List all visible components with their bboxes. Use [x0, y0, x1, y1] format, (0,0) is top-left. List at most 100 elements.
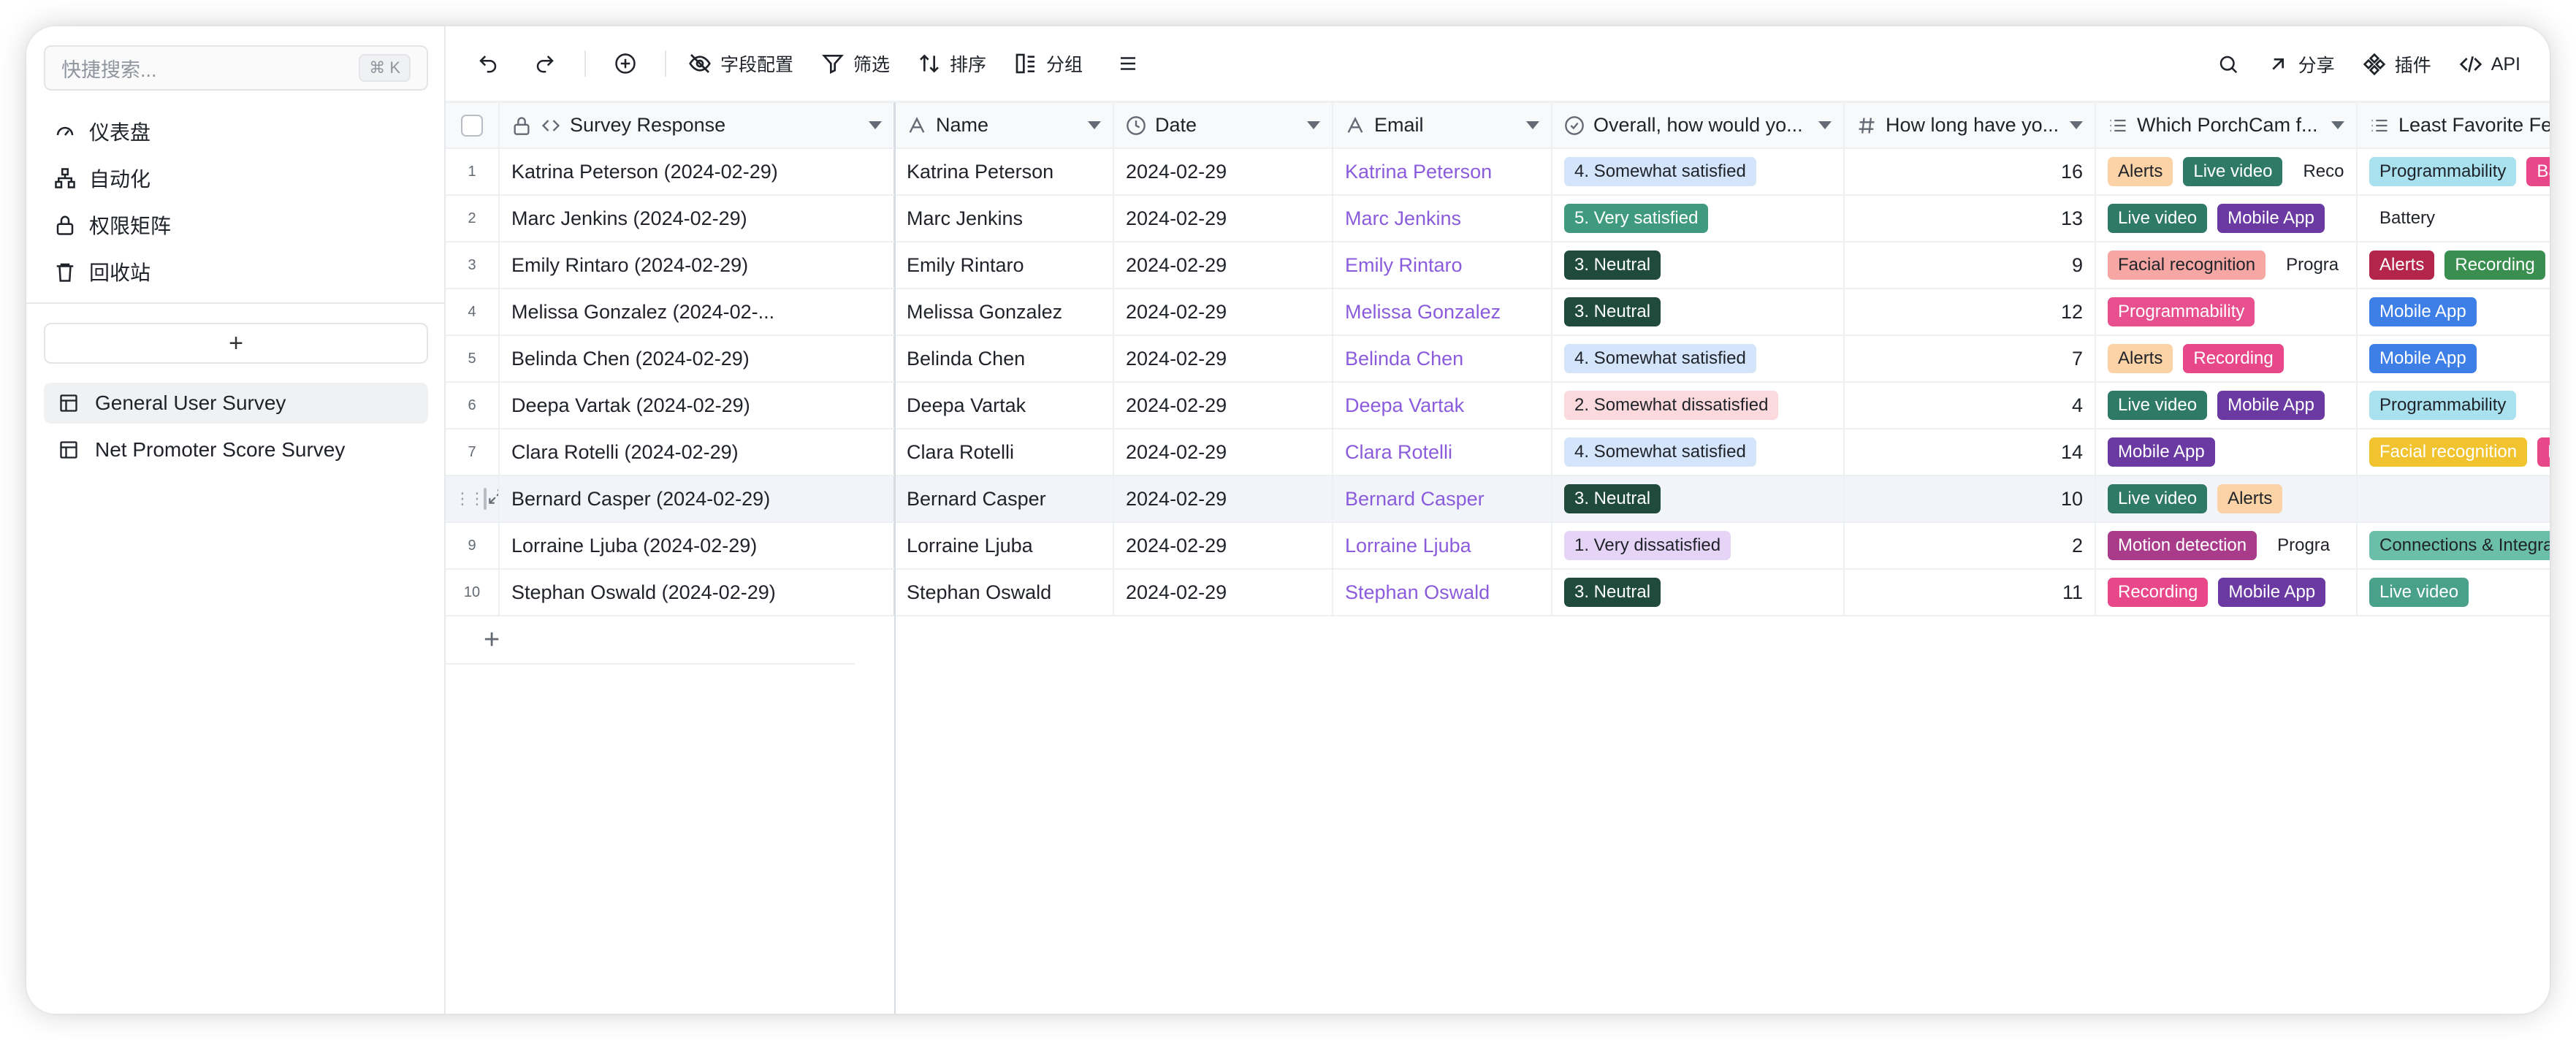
cell-how-long[interactable]: 12	[1845, 289, 2096, 334]
column-menu-caret[interactable]	[869, 121, 882, 129]
column-header-least-favorite[interactable]: Least Favorite Featu	[2358, 103, 2550, 148]
row-index-cell[interactable]: ⋮⋮	[446, 476, 500, 521]
row-index-cell[interactable]: 10	[446, 570, 500, 615]
add-row-button[interactable]: +	[446, 616, 855, 665]
cell-survey-response[interactable]: Katrina Peterson (2024-02-29)	[500, 149, 895, 194]
row-index-cell[interactable]: 7	[446, 429, 500, 475]
cell-which-porchcam[interactable]: Mobile App	[2096, 429, 2358, 475]
cell-date[interactable]: 2024-02-29	[1114, 570, 1333, 615]
cell-date[interactable]: 2024-02-29	[1114, 242, 1333, 288]
cell-email[interactable]: Emily Rintaro	[1333, 242, 1552, 288]
cell-name[interactable]: Deepa Vartak	[895, 383, 1114, 428]
email-link[interactable]: Emily Rintaro	[1345, 254, 1463, 277]
cell-least-favorite[interactable]: Battery	[2358, 196, 2550, 241]
api-button[interactable]: API	[2459, 53, 2520, 76]
cell-how-long[interactable]: 4	[1845, 383, 2096, 428]
column-menu-caret[interactable]	[2070, 121, 2083, 129]
row-index-cell[interactable]: 1	[446, 149, 500, 194]
table-row[interactable]: 2 Marc Jenkins (2024-02-29) Marc Jenkins 20…	[446, 196, 2550, 242]
row-index-cell[interactable]: 3	[446, 242, 500, 288]
cell-overall[interactable]: 4. Somewhat satisfied	[1552, 336, 1845, 381]
cell-email[interactable]: Lorraine Ljuba	[1333, 523, 1552, 568]
cell-survey-response[interactable]: Clara Rotelli (2024-02-29)	[500, 429, 895, 475]
cell-overall[interactable]: 4. Somewhat satisfied	[1552, 429, 1845, 475]
undo-button[interactable]	[470, 46, 506, 81]
cell-survey-response[interactable]: Lorraine Ljuba (2024-02-29)	[500, 523, 895, 568]
cell-email[interactable]: Melissa Gonzalez	[1333, 289, 1552, 334]
email-link[interactable]: Marc Jenkins	[1345, 207, 1461, 230]
sidebar-item-permissions[interactable]: 权限矩阵	[44, 202, 428, 248]
cell-name[interactable]: Stephan Oswald	[895, 570, 1114, 615]
cell-date[interactable]: 2024-02-29	[1114, 523, 1333, 568]
row-index-cell[interactable]: 4	[446, 289, 500, 334]
cell-email[interactable]: Stephan Oswald	[1333, 570, 1552, 615]
cell-how-long[interactable]: 7	[1845, 336, 2096, 381]
group-button[interactable]: 分组	[1014, 50, 1083, 77]
cell-name[interactable]: Lorraine Ljuba	[895, 523, 1114, 568]
row-index-cell[interactable]: 6	[446, 383, 500, 428]
plugins-button[interactable]: 插件	[2363, 51, 2431, 77]
cell-least-favorite[interactable]: Connections & Integrati	[2358, 523, 2550, 568]
cell-which-porchcam[interactable]: Alerts Live video Reco	[2096, 149, 2358, 194]
sort-button[interactable]: 排序	[918, 50, 986, 77]
row-index-cell[interactable]: 2	[446, 196, 500, 241]
select-all-checkbox[interactable]	[461, 114, 483, 137]
add-table-button[interactable]: +	[44, 323, 428, 364]
cell-how-long[interactable]: 10	[1845, 476, 2096, 521]
column-header-email[interactable]: Email	[1333, 103, 1552, 148]
cell-date[interactable]: 2024-02-29	[1114, 149, 1333, 194]
cell-name[interactable]: Emily Rintaro	[895, 242, 1114, 288]
email-link[interactable]: Lorraine Ljuba	[1345, 535, 1471, 557]
cell-date[interactable]: 2024-02-29	[1114, 429, 1333, 475]
table-row[interactable]: 4 Melissa Gonzalez (2024-02-... Melissa Go…	[446, 289, 2550, 336]
filter-button[interactable]: 筛选	[821, 50, 890, 77]
table-row[interactable]: 6 Deepa Vartak (2024-02-29) Deepa Vartak 20…	[446, 383, 2550, 429]
cell-email[interactable]: Deepa Vartak	[1333, 383, 1552, 428]
cell-how-long[interactable]: 13	[1845, 196, 2096, 241]
cell-email[interactable]: Marc Jenkins	[1333, 196, 1552, 241]
cell-how-long[interactable]: 2	[1845, 523, 2096, 568]
cell-date[interactable]: 2024-02-29	[1114, 196, 1333, 241]
cell-name[interactable]: Melissa Gonzalez	[895, 289, 1114, 334]
cell-which-porchcam[interactable]: Live video Mobile App	[2096, 196, 2358, 241]
cell-name[interactable]: Belinda Chen	[895, 336, 1114, 381]
column-header-how-long[interactable]: How long have yo...	[1845, 103, 2096, 148]
email-link[interactable]: Belinda Chen	[1345, 348, 1463, 370]
cell-which-porchcam[interactable]: Facial recognition Progra	[2096, 242, 2358, 288]
cell-survey-response[interactable]: Bernard Casper (2024-02-29)	[500, 476, 895, 521]
cell-email[interactable]: Katrina Peterson	[1333, 149, 1552, 194]
cell-how-long[interactable]: 14	[1845, 429, 2096, 475]
cell-overall[interactable]: 2. Somewhat dissatisfied	[1552, 383, 1845, 428]
cell-survey-response[interactable]: Melissa Gonzalez (2024-02-...	[500, 289, 895, 334]
cell-overall[interactable]: 3. Neutral	[1552, 289, 1845, 334]
email-link[interactable]: Bernard Casper	[1345, 488, 1485, 511]
cell-which-porchcam[interactable]: Programmability	[2096, 289, 2358, 334]
row-height-button[interactable]	[1110, 46, 1146, 81]
cell-survey-response[interactable]: Belinda Chen (2024-02-29)	[500, 336, 895, 381]
cell-overall[interactable]: 3. Neutral	[1552, 476, 1845, 521]
cell-least-favorite[interactable]: Programmability	[2358, 383, 2550, 428]
cell-which-porchcam[interactable]: Recording Mobile App	[2096, 570, 2358, 615]
share-button[interactable]: 分享	[2266, 51, 2335, 77]
table-row[interactable]: 3 Emily Rintaro (2024-02-29) Emily Rintaro…	[446, 242, 2550, 289]
table-row[interactable]: 7 Clara Rotelli (2024-02-29) Clara Rotelli…	[446, 429, 2550, 476]
column-menu-caret[interactable]	[1818, 121, 1832, 129]
cell-which-porchcam[interactable]: Live video Mobile App	[2096, 383, 2358, 428]
cell-how-long[interactable]: 11	[1845, 570, 2096, 615]
cell-survey-response[interactable]: Marc Jenkins (2024-02-29)	[500, 196, 895, 241]
table-row[interactable]: 10 Stephan Oswald (2024-02-29) Stephan Osw…	[446, 570, 2550, 616]
email-link[interactable]: Melissa Gonzalez	[1345, 301, 1501, 324]
cell-overall[interactable]: 1. Very dissatisfied	[1552, 523, 1845, 568]
column-menu-caret[interactable]	[2331, 121, 2344, 129]
sidebar-item-automation[interactable]: 自动化	[44, 155, 428, 202]
redo-button[interactable]	[527, 46, 563, 81]
search-input[interactable]: 快捷搜索... ⌘ K	[44, 45, 428, 91]
cell-how-long[interactable]: 9	[1845, 242, 2096, 288]
cell-least-favorite[interactable]: Programmability Batt	[2358, 149, 2550, 194]
cell-least-favorite[interactable]: Mobile App	[2358, 289, 2550, 334]
column-header-name[interactable]: Name	[895, 103, 1114, 148]
column-menu-caret[interactable]	[1526, 121, 1539, 129]
column-header-overall[interactable]: Overall, how would yo...	[1552, 103, 1845, 148]
cell-how-long[interactable]: 16	[1845, 149, 2096, 194]
cell-which-porchcam[interactable]: Alerts Recording	[2096, 336, 2358, 381]
